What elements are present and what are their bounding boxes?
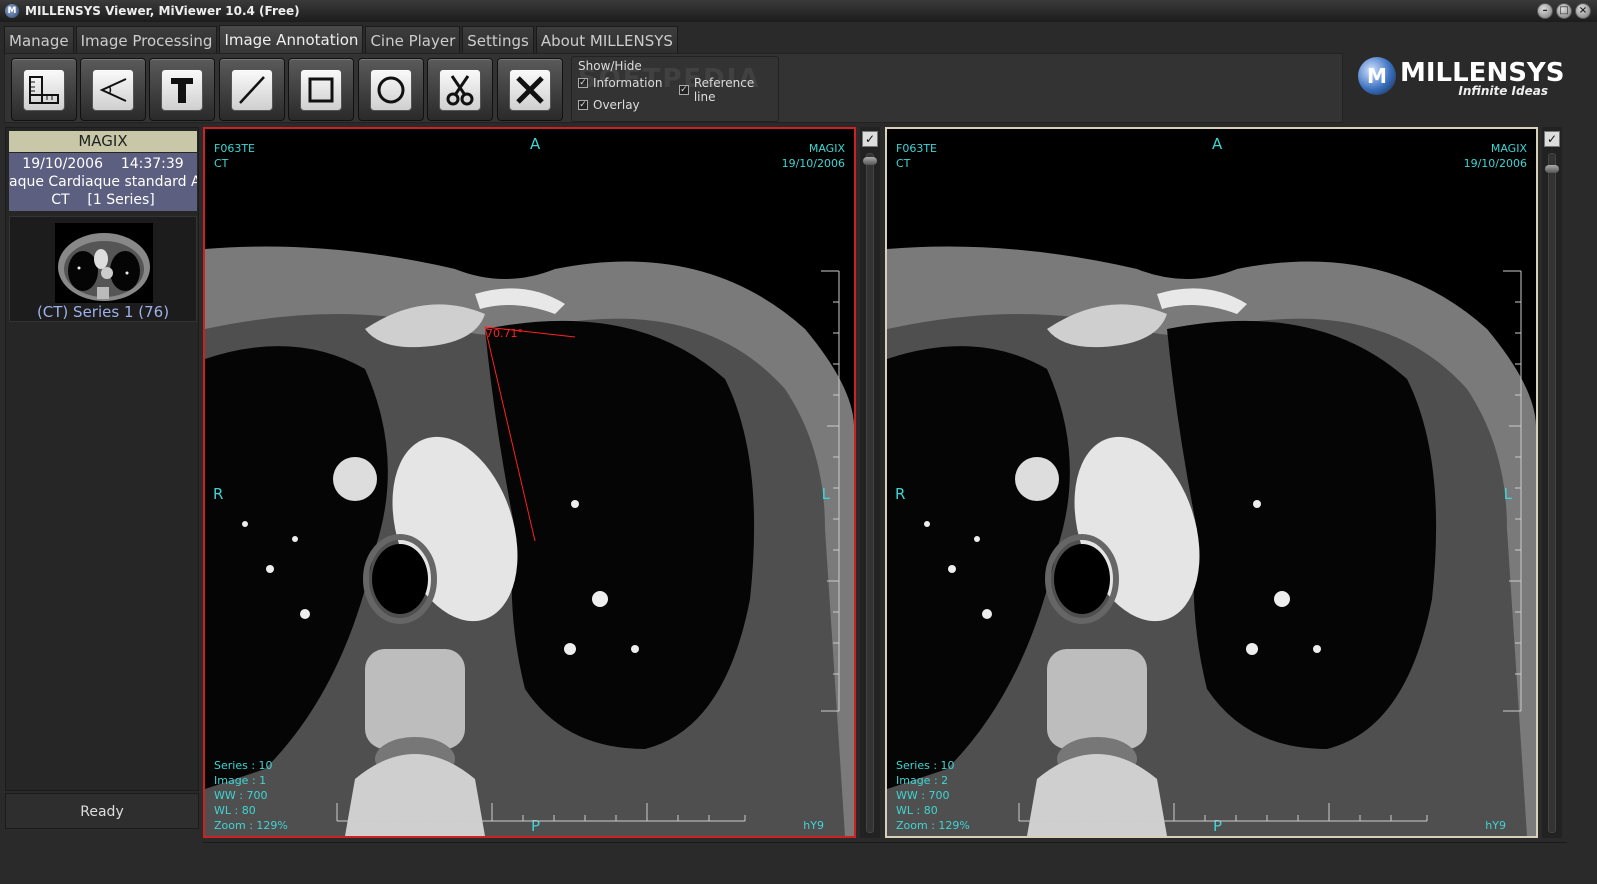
select-checkbox-icon[interactable]: ✓	[862, 131, 878, 147]
text-icon	[161, 68, 203, 111]
orientation-left: R	[213, 485, 224, 503]
vertical-scale-ruler	[821, 270, 840, 712]
vertical-scale-ruler	[1503, 270, 1522, 712]
ellipse-button[interactable]	[358, 58, 424, 121]
watermark: SOFTPEDIA	[578, 64, 761, 94]
cut-button[interactable]	[427, 58, 493, 121]
tab-settings[interactable]: Settings	[462, 26, 534, 54]
corner-label: hY9	[1485, 819, 1506, 832]
ct-scan-image-1	[205, 129, 854, 836]
viewport-2-controls: ✓	[1542, 127, 1562, 838]
title-bar: M MILLENSYS Viewer, MiViewer 10.4 (Free)…	[0, 0, 1597, 22]
orientation-top: A	[530, 135, 541, 153]
ct-scan-image-2	[887, 129, 1536, 836]
status-bar: Ready	[5, 793, 199, 829]
series-thumbnail-image	[55, 223, 153, 303]
viewport-1-controls: ✓	[860, 127, 880, 838]
logo-globe-icon: M	[1358, 57, 1396, 95]
cut-icon	[439, 68, 481, 111]
study-header[interactable]: MAGIX	[9, 131, 197, 152]
slice-scrollbar-track[interactable]	[866, 153, 874, 833]
checkmark-icon: ✓	[578, 100, 588, 110]
tab-manage[interactable]: Manage	[4, 26, 74, 54]
tab-about[interactable]: About MILLENSYS	[535, 26, 678, 54]
patient-id: F063TE CT	[214, 142, 255, 170]
orientation-left: R	[895, 485, 906, 503]
slice-scrollbar-thumb[interactable]	[863, 157, 877, 165]
patient-id: F063TE CT	[896, 142, 937, 170]
ruler-icon	[23, 68, 65, 111]
window-title: MILLENSYS Viewer, MiViewer 10.4 (Free)	[25, 4, 300, 18]
line-icon	[231, 68, 273, 111]
tab-cine-player[interactable]: Cine Player	[365, 26, 461, 54]
logo-slogan: Infinite Ideas	[1458, 84, 1548, 98]
study-modality: CT	[51, 192, 70, 208]
study-info[interactable]: 19/10/2006 14:37:39 aque Cardiaque stand…	[9, 153, 197, 211]
tab-image-annotation[interactable]: Image Annotation	[219, 25, 364, 54]
study-panel: MAGIX 19/10/2006 14:37:39 aque Cardiaque…	[5, 127, 199, 791]
tab-image-processing[interactable]: Image Processing	[75, 26, 218, 54]
slice-scrollbar-track[interactable]	[1548, 153, 1556, 833]
close-icon[interactable]: ×	[1575, 3, 1591, 19]
rectangle-button[interactable]	[288, 58, 354, 121]
minimize-icon[interactable]: –	[1537, 3, 1553, 19]
angle-measurement-label[interactable]: 70.71°	[486, 326, 523, 341]
millensys-logo: M MILLENSYS Infinite Ideas	[1358, 54, 1564, 100]
study-description: aque Cardiaque standard Ad	[9, 174, 197, 190]
main-tabs: Manage Image Processing Image Annotation…	[4, 25, 680, 54]
select-checkbox-icon[interactable]: ✓	[1544, 131, 1560, 147]
institution-info: MAGIX 19/10/2006	[1463, 142, 1527, 170]
image-info: Series : 10 Image : 2 WW : 700 WL : 80 Z…	[896, 759, 970, 832]
study-series-count: [1 Series]	[87, 192, 155, 208]
corner-label: hY9	[803, 819, 824, 832]
restore-icon[interactable]: □	[1556, 3, 1572, 19]
orientation-top: A	[1212, 135, 1223, 153]
viewport-2[interactable]: F063TE CT MAGIX 19/10/2006 A R L P Series …	[885, 127, 1538, 838]
bottom-strip	[203, 842, 1567, 862]
overlay-checkbox[interactable]: ✓ Overlay	[578, 98, 640, 112]
delete-icon	[509, 68, 551, 111]
angle-button[interactable]	[80, 58, 146, 121]
text-button[interactable]	[149, 58, 215, 121]
delete-button[interactable]	[497, 58, 563, 121]
app-icon: M	[5, 4, 19, 18]
study-time: 14:37:39	[120, 156, 184, 172]
overlay-label: Overlay	[593, 98, 640, 112]
horizontal-scale-ruler	[1018, 803, 1428, 822]
horizontal-scale-ruler	[336, 803, 746, 822]
slice-scrollbar-thumb[interactable]	[1545, 165, 1559, 173]
series-label: (CT) Series 1 (76)	[36, 303, 170, 321]
ruler-button[interactable]	[11, 58, 77, 121]
rectangle-icon	[300, 68, 342, 111]
study-date: 19/10/2006	[22, 156, 103, 172]
institution-info: MAGIX 19/10/2006	[781, 142, 845, 170]
image-info: Series : 10 Image : 1 WW : 700 WL : 80 Z…	[214, 759, 288, 832]
viewer-window: M MILLENSYS Viewer, MiViewer 10.4 (Free)…	[0, 0, 1597, 884]
ellipse-icon	[370, 68, 412, 111]
series-thumbnail[interactable]: (CT) Series 1 (76)	[9, 216, 197, 322]
line-button[interactable]	[219, 58, 285, 121]
viewport-1[interactable]: 70.71° F063TE CT MAGIX 19/10/2006 A R L P …	[203, 127, 856, 838]
angle-icon	[92, 68, 134, 111]
